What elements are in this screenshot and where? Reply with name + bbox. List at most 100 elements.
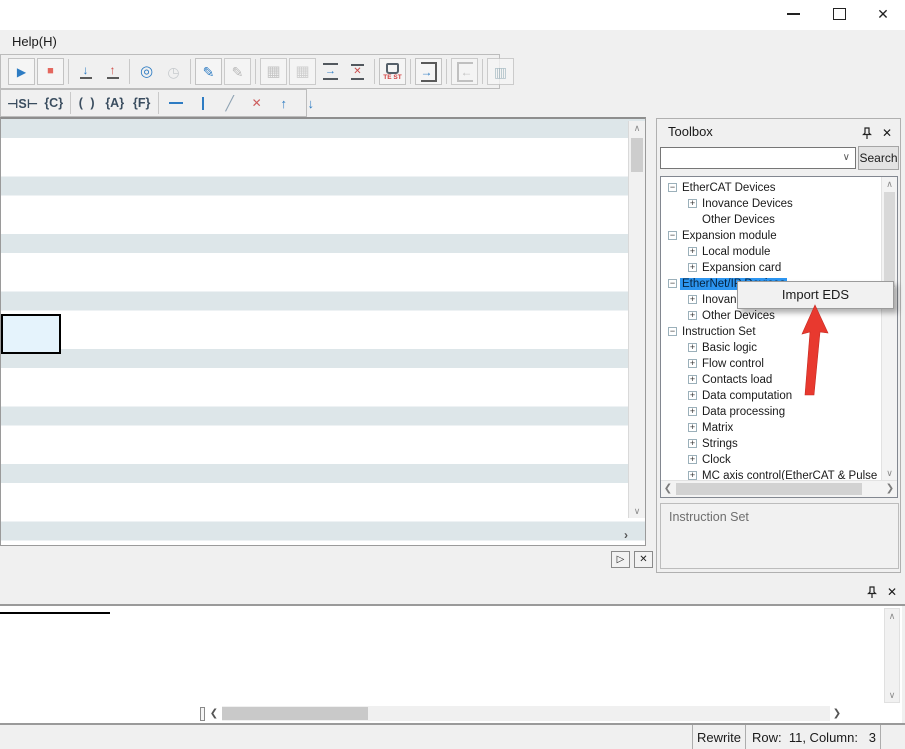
tree-rows: −EtherCAT Devices+Inovance DevicesOther … bbox=[661, 180, 881, 480]
tree-item-flow-control[interactable]: +Flow control bbox=[661, 356, 881, 372]
maximize-button[interactable] bbox=[824, 0, 854, 28]
scroll-left-icon[interactable]: ❮ bbox=[661, 481, 675, 497]
tree-item-matrix[interactable]: +Matrix bbox=[661, 420, 881, 436]
reset-contact-button[interactable]: {C} bbox=[42, 92, 65, 114]
expand-icon[interactable]: + bbox=[688, 391, 697, 400]
scrollbar-thumb[interactable] bbox=[631, 138, 643, 172]
scrollbar-thumb[interactable] bbox=[222, 707, 368, 720]
scroll-right-icon[interactable]: ❯ bbox=[830, 707, 844, 721]
monitor-button[interactable]: ◎ bbox=[134, 59, 159, 84]
output-panel-header: ✕ bbox=[0, 575, 905, 604]
splitter-handle[interactable] bbox=[200, 707, 205, 721]
tree-item-label: Other Devices bbox=[700, 310, 777, 322]
tree-item-data-processing[interactable]: +Data processing bbox=[661, 404, 881, 420]
output-vertical-scrollbar[interactable]: ∧ ∨ bbox=[884, 608, 900, 703]
tree-horizontal-scrollbar[interactable]: ❮ ❯ bbox=[661, 480, 897, 497]
collapse-icon[interactable]: − bbox=[668, 183, 677, 192]
tree-item-mc-axis-control-ethercat-pulse-outpu[interactable]: +MC axis control(EtherCAT & Pulse outpu bbox=[661, 468, 881, 480]
edit-button[interactable]: ✎ bbox=[195, 58, 222, 85]
expand-icon[interactable]: + bbox=[688, 439, 697, 448]
horizontal-line-button[interactable] bbox=[164, 92, 187, 114]
login-button[interactable]: → bbox=[415, 58, 442, 85]
tree-item-label: Data processing bbox=[700, 406, 787, 418]
editor-scroll-right-icon[interactable]: › bbox=[624, 529, 628, 541]
minimize-button[interactable] bbox=[778, 0, 808, 28]
toolbox-description: Instruction Set bbox=[660, 503, 899, 569]
tree-item-inovance-devices[interactable]: +Inovance Devices bbox=[661, 196, 881, 212]
editor-tab-close-button[interactable]: ✕ bbox=[634, 551, 653, 568]
toolbox-search-combo[interactable]: ∨ bbox=[660, 147, 856, 169]
expand-icon[interactable]: + bbox=[688, 311, 697, 320]
vertical-line-button[interactable] bbox=[191, 92, 214, 114]
expand-icon[interactable]: + bbox=[688, 343, 697, 352]
delete-vertical-line-button[interactable]: ✕ bbox=[245, 92, 268, 114]
close-button[interactable]: ✕ bbox=[868, 0, 898, 28]
tree-item-clock[interactable]: +Clock bbox=[661, 452, 881, 468]
out-coil-button[interactable]: ( ) bbox=[76, 92, 99, 114]
run-button[interactable]: ▶ bbox=[8, 58, 35, 85]
editor-selected-cell[interactable] bbox=[1, 314, 61, 354]
expand-icon[interactable]: + bbox=[688, 247, 697, 256]
toolbar-separator bbox=[446, 59, 447, 84]
tree-item-basic-logic[interactable]: +Basic logic bbox=[661, 340, 881, 356]
expand-icon[interactable]: + bbox=[688, 455, 697, 464]
expand-icon[interactable]: + bbox=[688, 471, 697, 480]
close-panel-icon[interactable]: ✕ bbox=[880, 126, 894, 140]
scrollbar-thumb[interactable] bbox=[884, 192, 895, 287]
tree-item-local-module[interactable]: +Local module bbox=[661, 244, 881, 260]
download-button[interactable]: ↓ bbox=[73, 59, 98, 84]
scroll-left-icon[interactable]: ❮ bbox=[207, 707, 221, 721]
pin-icon[interactable] bbox=[860, 126, 874, 140]
scroll-right-icon[interactable]: ❯ bbox=[883, 481, 897, 497]
collapse-icon[interactable]: − bbox=[668, 327, 677, 336]
scrollbar-thumb[interactable] bbox=[676, 483, 862, 495]
scroll-down-icon[interactable]: ∨ bbox=[882, 466, 897, 480]
delete-row-button[interactable]: ✕ bbox=[345, 59, 370, 84]
scroll-up-icon[interactable]: ∧ bbox=[882, 177, 897, 191]
delete-line-button[interactable]: ╱ bbox=[218, 92, 241, 114]
scroll-down-icon[interactable]: ∨ bbox=[629, 504, 645, 518]
insert-row-button[interactable]: → bbox=[318, 59, 343, 84]
menu-help[interactable]: Help(H) bbox=[6, 30, 63, 53]
expand-icon[interactable]: + bbox=[688, 407, 697, 416]
expand-icon[interactable]: + bbox=[688, 423, 697, 432]
scroll-up-icon[interactable]: ∧ bbox=[629, 121, 645, 135]
application-instruction-button[interactable]: {A} bbox=[103, 92, 126, 114]
tree-item-expansion-module[interactable]: −Expansion module bbox=[661, 228, 881, 244]
tree-item-other-devices[interactable]: Other Devices bbox=[661, 212, 881, 228]
tree-item-other-devices[interactable]: +Other Devices bbox=[661, 308, 881, 324]
tree-item-data-computation[interactable]: +Data computation bbox=[661, 388, 881, 404]
expand-icon[interactable]: + bbox=[688, 359, 697, 368]
tree-vertical-scrollbar[interactable]: ∧ ∨ bbox=[881, 177, 897, 480]
search-button[interactable]: Search bbox=[858, 146, 899, 170]
function-block-button[interactable]: {F} bbox=[130, 92, 153, 114]
scroll-down-icon[interactable]: ∨ bbox=[885, 688, 899, 702]
close-panel-icon[interactable]: ✕ bbox=[885, 585, 899, 599]
output-horizontal-scrollbar[interactable] bbox=[222, 706, 830, 721]
toolbar-separator bbox=[158, 92, 159, 114]
toolbar-separator bbox=[374, 59, 375, 84]
tree-item-expansion-card[interactable]: +Expansion card bbox=[661, 260, 881, 276]
collapse-icon[interactable]: − bbox=[668, 279, 677, 288]
io-table-button: ▥ bbox=[487, 58, 514, 85]
arrow-up-button[interactable]: ↑ bbox=[272, 92, 295, 114]
stop-button[interactable]: ■ bbox=[37, 58, 64, 85]
expand-icon[interactable]: + bbox=[688, 263, 697, 272]
collapse-icon[interactable]: − bbox=[668, 231, 677, 240]
expand-icon[interactable]: + bbox=[688, 375, 697, 384]
expand-icon[interactable]: + bbox=[688, 295, 697, 304]
arrow-down-button[interactable]: ↓ bbox=[299, 92, 322, 114]
tree-item-instruction-set[interactable]: −Instruction Set bbox=[661, 324, 881, 340]
set-contact-button[interactable]: ⊣S⊢ bbox=[7, 92, 38, 114]
expand-icon[interactable]: + bbox=[688, 199, 697, 208]
upload-button[interactable]: ↑ bbox=[100, 59, 125, 84]
tree-item-ethercat-devices[interactable]: −EtherCAT Devices bbox=[661, 180, 881, 196]
test-button[interactable]: TE ST bbox=[379, 58, 406, 85]
scroll-up-icon[interactable]: ∧ bbox=[885, 609, 899, 623]
editor-vertical-scrollbar[interactable]: ∧ ∨ bbox=[628, 121, 645, 518]
pin-icon[interactable] bbox=[865, 585, 879, 599]
editor-tab-next-button[interactable]: ▷ bbox=[611, 551, 630, 568]
ladder-editor[interactable]: ∧ ∨ › bbox=[0, 117, 646, 546]
tree-item-strings[interactable]: +Strings bbox=[661, 436, 881, 452]
tree-item-contacts-load[interactable]: +Contacts load bbox=[661, 372, 881, 388]
